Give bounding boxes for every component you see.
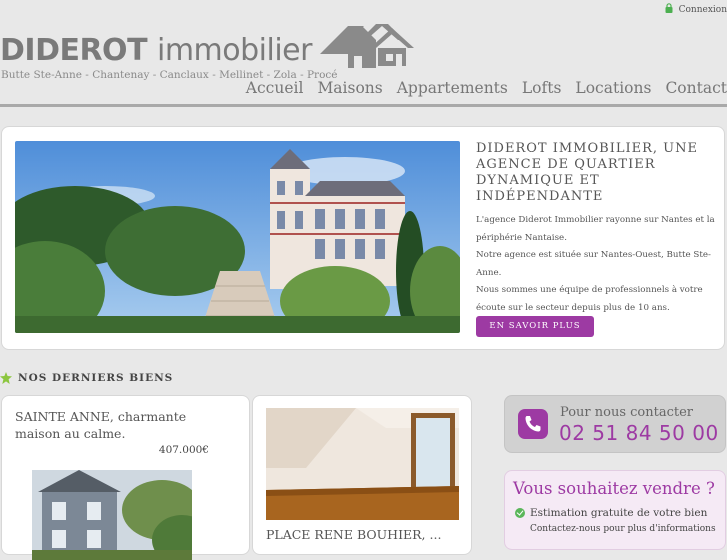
brand-name[interactable]: DIDEROT immobilier <box>0 36 312 66</box>
contact-box[interactable]: Pour nous contacter 02 51 84 50 00 <box>504 395 726 453</box>
hero-image <box>15 141 460 333</box>
contact-label: Pour nous contacter <box>560 405 694 420</box>
header-divider <box>0 104 727 107</box>
hero-paragraph-3: Nous sommes une équipe de professionnels… <box>476 285 703 313</box>
learn-more-button[interactable]: EN SAVOIR PLUS <box>476 316 594 337</box>
brand-bold: DIDEROT <box>0 33 148 68</box>
hero-title: DIDEROT IMMOBILIER, UNE AGENCE DE QUARTI… <box>476 141 698 204</box>
listing-card[interactable]: PLACE RENE BOUHIER, ... <box>252 395 472 555</box>
nav-contact[interactable]: Contact <box>665 79 727 97</box>
lock-icon <box>665 3 673 13</box>
check-icon <box>515 508 525 518</box>
sell-estimation: Estimation gratuite de votre bien <box>515 507 707 519</box>
listing-image[interactable] <box>266 408 459 520</box>
hero-panel: DIDEROT IMMOBILIER, UNE AGENCE DE QUARTI… <box>1 126 725 350</box>
listing-card[interactable]: SAINTE ANNE, charmante maison au calme. … <box>1 395 250 560</box>
nav-accueil[interactable]: Accueil <box>246 79 304 97</box>
hero-paragraph-2: Notre agence est située sur Nantes-Ouest… <box>476 250 711 278</box>
section-title-text: NOS DERNIERS BIENS <box>18 372 174 384</box>
nav-maisons[interactable]: Maisons <box>317 79 382 97</box>
nav-appartements[interactable]: Appartements <box>397 79 508 97</box>
phone-number[interactable]: 02 51 84 50 00 <box>559 421 719 445</box>
hero-paragraph-1: L'agence Diderot Immobilier rayonne sur … <box>476 215 715 243</box>
listing-image[interactable] <box>32 470 192 560</box>
brand-light: immobilier <box>156 33 312 68</box>
phone-icon <box>518 409 548 439</box>
sell-box[interactable]: Vous souhaitez vendre ? Estimation gratu… <box>504 470 726 550</box>
houses-logo <box>320 24 414 68</box>
listing-title[interactable]: SAINTE ANNE, charmante maison au calme. <box>15 408 195 442</box>
listing-price: 407.000€ <box>158 444 209 456</box>
section-title: NOS DERNIERS BIENS <box>0 372 173 384</box>
login-link[interactable]: Connexion <box>665 3 727 15</box>
listing-title[interactable]: PLACE RENE BOUHIER, ... <box>266 527 441 542</box>
login-label: Connexion <box>678 5 727 15</box>
main-nav: Accueil Maisons Appartements Lofts Locat… <box>246 79 727 97</box>
sell-title[interactable]: Vous souhaitez vendre ? <box>513 479 715 498</box>
nav-lofts[interactable]: Lofts <box>522 79 562 97</box>
nav-locations[interactable]: Locations <box>575 79 651 97</box>
sell-estimation-text: Estimation gratuite de votre bien <box>530 507 708 519</box>
star-icon <box>0 372 12 384</box>
sell-contact-text: Contactez-nous pour plus d'informations <box>530 524 716 534</box>
hero-description: L'agence Diderot Immobilier rayonne sur … <box>476 212 720 317</box>
